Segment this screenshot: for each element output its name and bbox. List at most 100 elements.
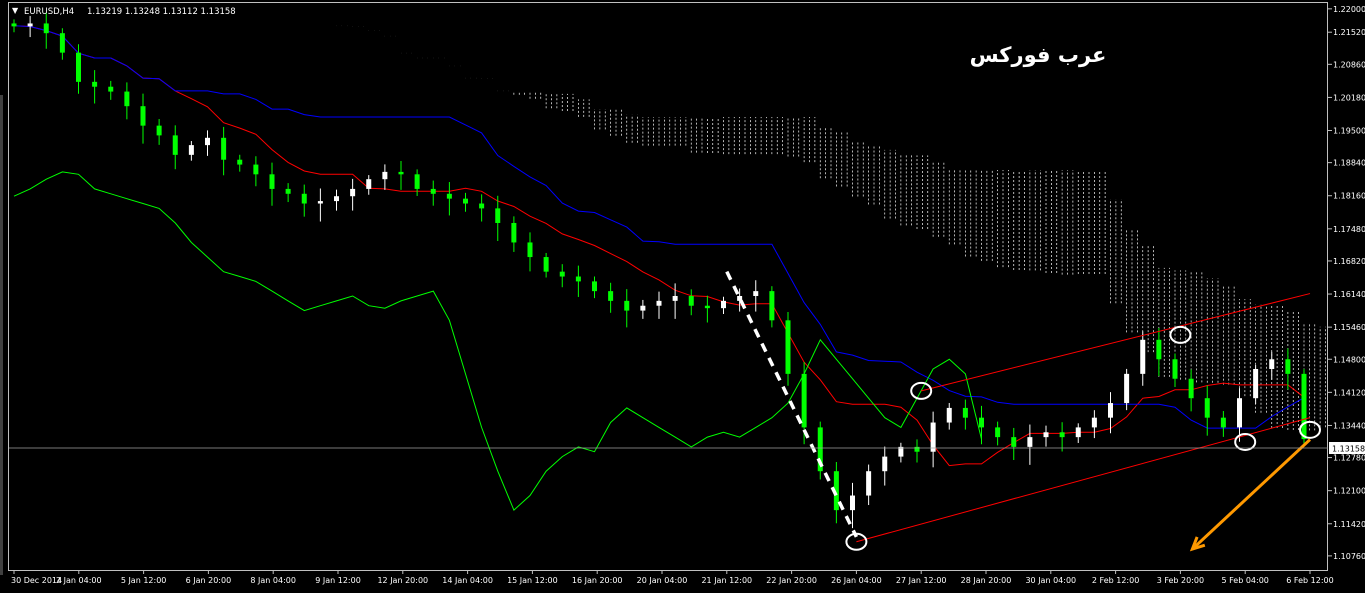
y-tick-label: 1.16820 (1333, 257, 1365, 266)
x-tick-label: 8 Jan 04:00 (250, 576, 296, 585)
price-axis[interactable]: 1.22000 1.21520 1.20860 1.20180 1.19500 1.188… (1328, 5, 1365, 561)
x-tick-label: 5 Feb 04:00 (1221, 576, 1268, 585)
y-tick-label: 1.17480 (1333, 225, 1365, 234)
candle-body (672, 295, 678, 301)
channel-line (921, 293, 1311, 392)
x-tick-label: 30 Dec 2014 (11, 576, 62, 585)
y-tick-label: 1.18160 (1333, 192, 1365, 201)
candle-body (882, 456, 888, 472)
time-axis[interactable]: 30 Dec 20142 Jan 04:00 5 Jan 12:00 6 Jan 2… (11, 570, 1334, 585)
candle-body (624, 300, 630, 311)
channel-line (856, 417, 1311, 543)
y-tick-label: 1.14120 (1333, 388, 1365, 397)
candle-body (108, 86, 114, 92)
x-tick-label: 3 Feb 20:00 (1157, 576, 1204, 585)
watermark-text: عرب فوركس (970, 43, 1107, 67)
candle-body (1220, 417, 1226, 428)
y-tick-label: 1.18840 (1333, 159, 1365, 168)
indicator-lines (13, 25, 1305, 511)
candle-body (205, 137, 210, 146)
candle-body (59, 33, 65, 53)
candle-body (1043, 432, 1049, 438)
candle-body (1188, 378, 1194, 399)
left-edge-bar (0, 95, 3, 575)
x-tick-label: 20 Jan 04:00 (637, 576, 688, 585)
candle-body (1108, 403, 1113, 418)
candle-body (527, 242, 533, 258)
candle-body (124, 91, 130, 107)
candle-body (511, 222, 517, 243)
plot-frame (8, 2, 1328, 571)
candle-body (1011, 437, 1017, 447)
price-chart[interactable]: 1.22000 1.21520 1.20860 1.20180 1.19500 1.188… (0, 0, 1365, 589)
x-tick-label: 28 Jan 20:00 (961, 576, 1012, 585)
current-price-label: 1.13158 (1332, 445, 1365, 454)
candle-body (866, 471, 872, 496)
candle-body (559, 271, 565, 277)
candle-body (979, 417, 984, 428)
y-tick-label: 1.22000 (1333, 5, 1365, 14)
candle-body (801, 373, 807, 428)
candle-body (156, 125, 162, 136)
y-tick-label: 1.19500 (1333, 127, 1365, 136)
candle-body (269, 174, 275, 189)
candle-body (188, 145, 194, 155)
candle-body (1172, 359, 1178, 379)
candle-body (1059, 432, 1065, 438)
candle-body (721, 300, 726, 309)
candle-body (495, 208, 501, 223)
candle-body (1156, 339, 1162, 360)
candle-body (253, 164, 259, 175)
y-tick-label: 1.11420 (1333, 520, 1365, 529)
candle-body (317, 201, 323, 204)
candle-body (1124, 373, 1130, 404)
candles (11, 12, 1307, 529)
candle-body (1301, 373, 1307, 440)
candle-body (301, 193, 307, 204)
candle-body (737, 295, 743, 301)
candle-body (76, 52, 81, 82)
candle-body (1237, 398, 1242, 428)
x-tick-label: 5 Jan 12:00 (121, 576, 167, 585)
candle-body (27, 23, 33, 27)
candle-body (930, 422, 936, 452)
candle-body (1253, 368, 1259, 399)
x-tick-label: 16 Jan 20:00 (572, 576, 623, 585)
highlight-circle (1234, 432, 1257, 451)
candle-body (704, 305, 710, 309)
candle-body (769, 291, 775, 321)
y-tick-label: 1.12780 (1333, 454, 1365, 463)
candle-body (398, 171, 404, 175)
x-tick-label: 22 Jan 20:00 (766, 576, 817, 585)
candle-body (1204, 398, 1210, 418)
x-tick-label: 6 Feb 12:00 (1286, 576, 1333, 585)
candle-body (172, 135, 178, 155)
candle-body (430, 188, 436, 194)
candle-body (11, 23, 17, 27)
y-tick-label: 1.10760 (1333, 552, 1365, 561)
candle-body (1091, 417, 1097, 428)
candle-body (414, 174, 420, 189)
annotations (725, 270, 1321, 552)
y-tick-label: 1.13440 (1333, 421, 1365, 430)
x-tick-label: 14 Jan 04:00 (442, 576, 493, 585)
candle-body (608, 291, 614, 301)
candle-body (946, 407, 952, 423)
x-tick-label: 6 Jan 20:00 (186, 576, 232, 585)
y-tick-label: 1.21520 (1333, 28, 1365, 37)
x-tick-label: 12 Jan 20:00 (377, 576, 428, 585)
chart-window: 1.22000 1.21520 1.20860 1.20180 1.19500 1.188… (0, 0, 1365, 589)
candle-body (92, 81, 98, 87)
candle-body (785, 320, 791, 374)
candle-body (592, 281, 597, 292)
chart-ohlc-values: 1.13219 1.13248 1.13112 1.13158 (87, 7, 236, 17)
chart-symbol-title: EURUSD,H4 (24, 7, 74, 17)
candle-body (753, 291, 759, 296)
candle-body (914, 446, 920, 452)
candle-body (640, 305, 646, 311)
symbol-menu-marker[interactable]: ▼ (12, 6, 19, 15)
candle-body (1269, 359, 1275, 369)
candle-body (221, 137, 227, 160)
x-tick-label: 21 Jan 12:00 (701, 576, 752, 585)
x-tick-label: 2 Jan 04:00 (56, 576, 102, 585)
